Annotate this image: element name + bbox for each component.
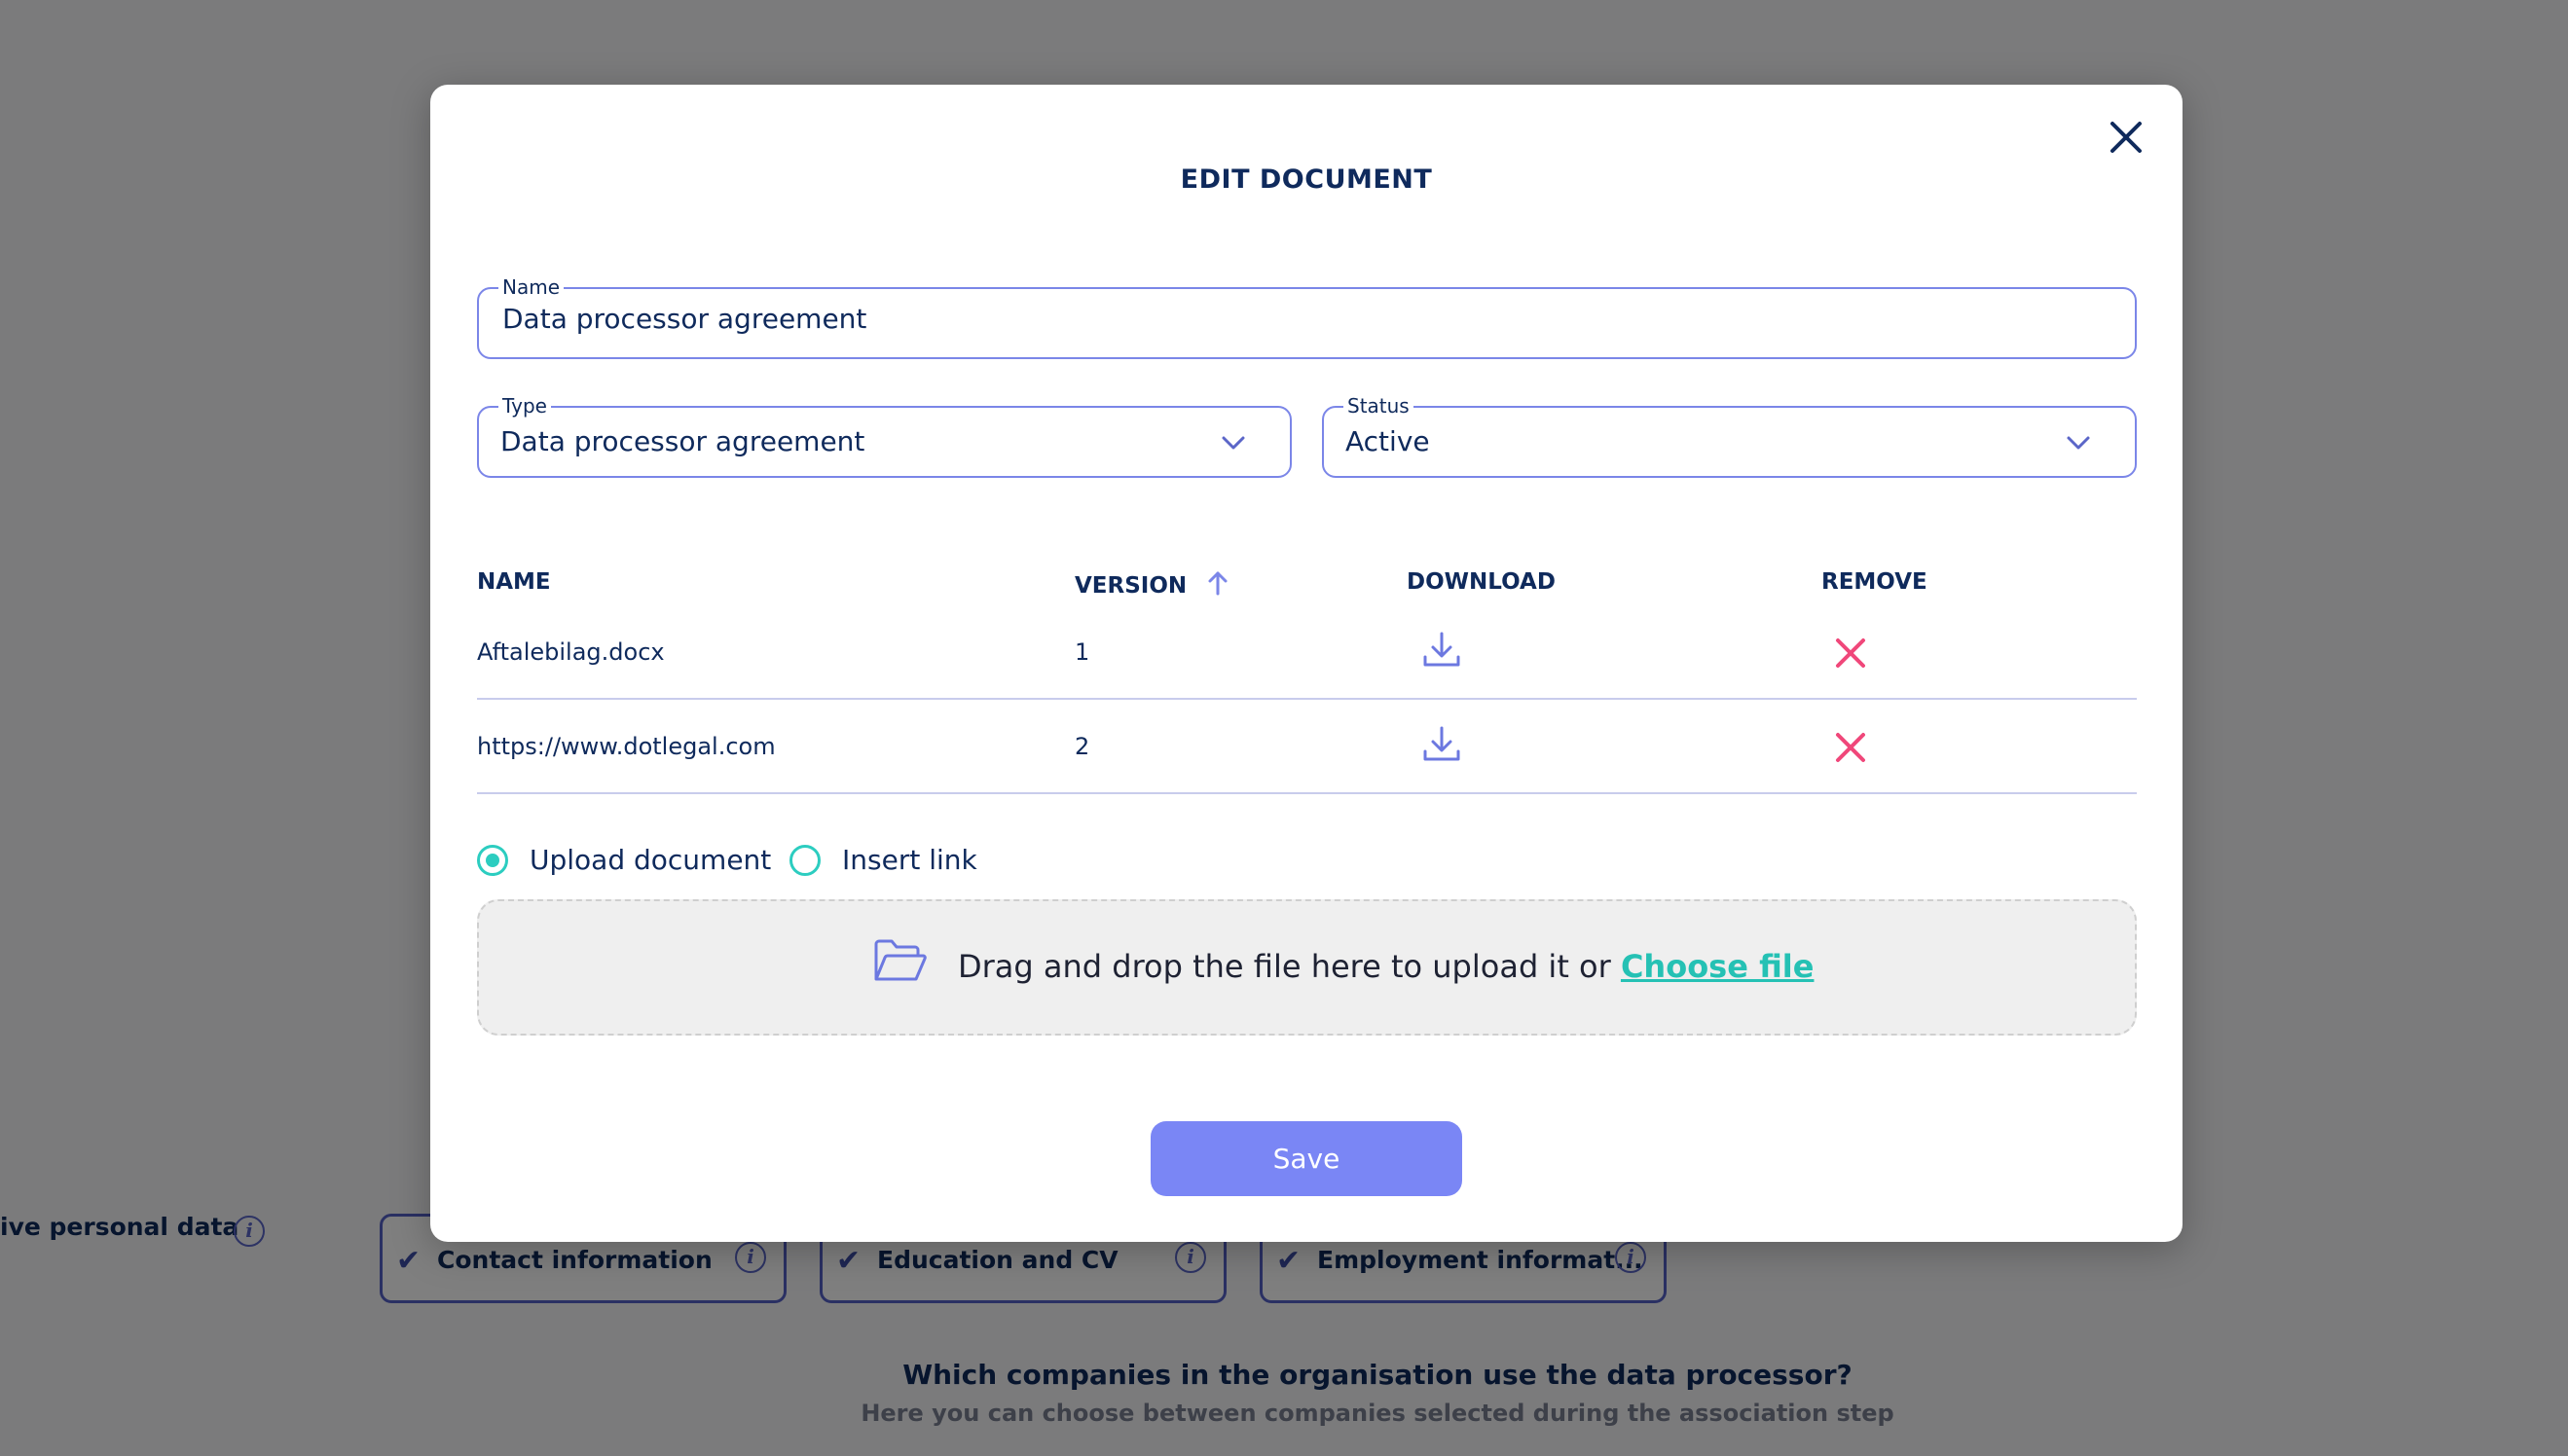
edit-document-modal: EDIT DOCUMENT Name Type Data processor a… <box>430 85 2183 1242</box>
dropzone-instruction: Drag and drop the file here to upload it… <box>958 948 1611 985</box>
row-version: 2 <box>1075 733 1090 760</box>
modal-title: EDIT DOCUMENT <box>1180 164 1433 195</box>
type-select[interactable]: Type Data processor agreement <box>477 394 1292 478</box>
status-select[interactable]: Status Active <box>1322 394 2137 478</box>
row-version: 1 <box>1075 638 1090 666</box>
file-dropzone[interactable]: Drag and drop the file here to upload it… <box>477 899 2137 1036</box>
type-select-value: Data processor agreement <box>500 425 865 457</box>
folder-open-icon <box>874 939 927 981</box>
row-divider <box>477 698 2137 700</box>
row-file-name: https://www.dotlegal.com <box>477 733 776 760</box>
remove-icon[interactable] <box>1830 633 1871 673</box>
row-divider <box>477 792 2137 794</box>
close-icon[interactable] <box>2103 114 2149 161</box>
insert-link-radio[interactable] <box>789 845 821 876</box>
row-file-name: Aftalebilag.docx <box>477 638 665 666</box>
download-icon[interactable] <box>1421 724 1462 765</box>
name-input[interactable] <box>502 303 2060 335</box>
column-header-version-label: VERSION <box>1075 573 1188 599</box>
column-header-remove: REMOVE <box>1821 569 1927 595</box>
insert-link-label[interactable]: Insert link <box>842 844 977 876</box>
remove-icon[interactable] <box>1830 727 1871 768</box>
column-header-name[interactable]: NAME <box>477 569 551 595</box>
status-select-value: Active <box>1345 425 1430 457</box>
type-field-label: Type <box>498 394 551 418</box>
chevron-down-icon <box>1222 436 1245 450</box>
upload-document-radio[interactable] <box>477 845 508 876</box>
upload-document-label[interactable]: Upload document <box>530 844 771 876</box>
status-field-label: Status <box>1343 394 1413 418</box>
dropzone-text: Drag and drop the file here to upload it… <box>958 948 1814 985</box>
name-field[interactable]: Name <box>477 275 2137 359</box>
column-header-version[interactable]: VERSION <box>1075 569 1229 599</box>
save-button[interactable]: Save <box>1151 1121 1462 1196</box>
chevron-down-icon <box>2067 436 2090 450</box>
arrow-up-icon <box>1208 571 1228 596</box>
download-icon[interactable] <box>1421 630 1462 671</box>
column-header-download: DOWNLOAD <box>1407 569 1556 595</box>
choose-file-link[interactable]: Choose file <box>1621 948 1815 985</box>
name-field-label: Name <box>498 275 565 299</box>
